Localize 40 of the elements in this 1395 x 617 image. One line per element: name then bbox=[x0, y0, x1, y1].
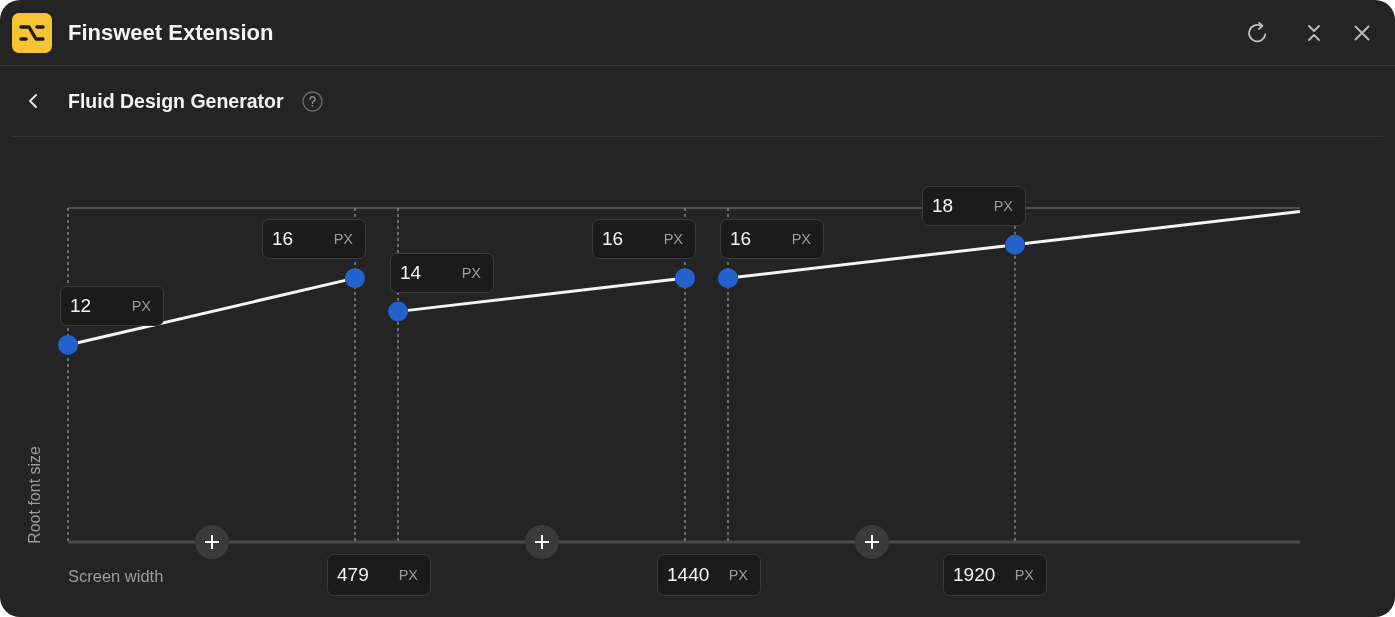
help-icon[interactable] bbox=[301, 90, 323, 112]
page-title: Fluid Design Generator bbox=[68, 89, 284, 113]
refresh-icon[interactable] bbox=[1246, 21, 1268, 44]
unit-label: PX bbox=[461, 264, 481, 281]
plus-icon bbox=[864, 535, 879, 549]
plus-icon bbox=[534, 535, 549, 549]
handle[interactable] bbox=[388, 301, 408, 322]
logo-icon bbox=[12, 12, 52, 53]
plus-icon bbox=[204, 535, 219, 549]
font-size-field[interactable]: 18 PX bbox=[922, 185, 1026, 226]
font-size-field[interactable]: 14 PX bbox=[390, 252, 494, 293]
handle[interactable] bbox=[675, 268, 695, 289]
handle[interactable] bbox=[345, 268, 365, 289]
unit-label: PX bbox=[663, 231, 683, 248]
screen-width-field[interactable]: 1920 PX bbox=[943, 554, 1047, 596]
handle[interactable] bbox=[58, 334, 78, 355]
font-size-field[interactable]: 16 PX bbox=[592, 219, 696, 260]
add-breakpoint-button[interactable] bbox=[524, 525, 559, 559]
unit-label: PX bbox=[791, 231, 811, 248]
font-size-field[interactable]: 16 PX bbox=[262, 219, 366, 260]
unit-label: PX bbox=[131, 297, 151, 314]
unit-label: PX bbox=[398, 567, 418, 583]
screen-width-field[interactable]: 479 PX bbox=[327, 554, 431, 596]
unit-label: PX bbox=[333, 231, 353, 248]
back-icon[interactable] bbox=[28, 93, 38, 109]
unit-label: PX bbox=[728, 567, 748, 583]
handle[interactable] bbox=[1005, 234, 1025, 255]
y-axis-label: Root font size bbox=[25, 446, 44, 544]
close-icon[interactable] bbox=[1354, 24, 1370, 41]
add-breakpoint-button[interactable] bbox=[854, 525, 889, 559]
unit-label: PX bbox=[993, 197, 1013, 214]
add-breakpoint-button[interactable] bbox=[194, 525, 229, 559]
collapse-icon[interactable] bbox=[1307, 23, 1321, 42]
handle[interactable] bbox=[718, 268, 738, 289]
font-size-field[interactable]: 16 PX bbox=[720, 219, 824, 260]
unit-label: PX bbox=[1014, 567, 1034, 583]
x-axis-label: Screen width bbox=[68, 566, 164, 586]
screen-width-field[interactable]: 1440 PX bbox=[657, 554, 761, 596]
font-size-field[interactable]: 12 PX bbox=[60, 285, 164, 326]
window-title: Finsweet Extension bbox=[68, 19, 274, 46]
